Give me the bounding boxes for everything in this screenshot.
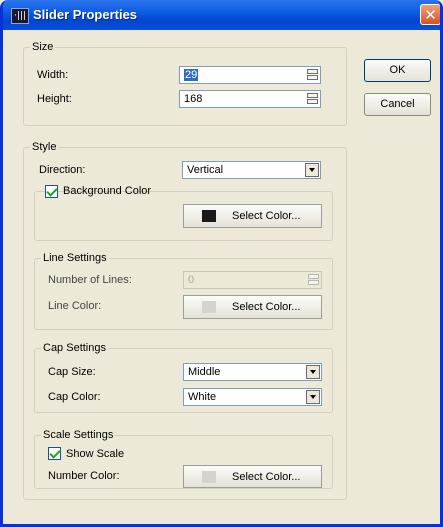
check-icon — [46, 185, 58, 197]
ok-button-label: OK — [389, 64, 406, 76]
number-of-lines-value: 0 — [188, 274, 195, 286]
title-bar[interactable]: ·||| Slider Properties ✕ — [3, 0, 440, 30]
cancel-button[interactable]: Cancel — [364, 93, 431, 116]
chevron-down-icon[interactable] — [306, 365, 320, 379]
number-select-color-button[interactable]: Select Color... — [183, 465, 322, 488]
line-settings-group: Line Settings Number of Lines: 0 Line Co… — [34, 251, 333, 330]
spin-up-icon[interactable] — [307, 93, 318, 98]
background-color-checkbox[interactable] — [45, 185, 58, 198]
background-color-swatch — [202, 210, 216, 222]
show-scale-checkbox[interactable] — [48, 447, 61, 460]
number-color-label: Number Color: — [48, 470, 120, 482]
spin-down-icon[interactable] — [308, 280, 319, 285]
number-of-lines-input[interactable]: 0 — [183, 271, 322, 289]
line-color-label: Line Color: — [48, 300, 102, 312]
cap-settings-group: Cap Settings Cap Size: Middle Cap Color:… — [34, 341, 333, 413]
chevron-down-icon[interactable] — [306, 390, 320, 404]
width-label: Width: — [37, 69, 69, 81]
cap-size-value: Middle — [188, 366, 221, 378]
background-select-color-button[interactable]: Select Color... — [183, 204, 322, 228]
style-group-legend: Style — [30, 140, 59, 154]
number-select-color-label: Select Color... — [232, 471, 301, 483]
slider-properties-dialog: ·||| Slider Properties ✕ Size Width: 29 … — [0, 0, 443, 527]
width-spinner[interactable] — [307, 69, 318, 81]
height-spinner[interactable] — [307, 93, 318, 105]
close-button[interactable]: ✕ — [420, 4, 440, 25]
background-select-color-label: Select Color... — [232, 210, 301, 222]
spin-down-icon[interactable] — [307, 99, 318, 104]
height-input[interactable]: 168 — [179, 90, 321, 108]
direction-value: Vertical — [187, 164, 224, 176]
cap-size-label: Cap Size: — [48, 366, 96, 378]
show-scale-label: Show Scale — [66, 448, 125, 460]
check-icon — [49, 447, 61, 459]
number-of-lines-label: Number of Lines: — [48, 274, 132, 286]
cancel-button-label: Cancel — [380, 98, 415, 110]
cap-color-label: Cap Color: — [48, 391, 101, 403]
line-color-swatch — [202, 301, 216, 313]
width-input[interactable]: 29 — [179, 66, 321, 84]
ok-button[interactable]: OK — [364, 59, 431, 82]
style-group: Style Direction: Vertical Background Col… — [23, 140, 347, 500]
spin-down-icon[interactable] — [307, 75, 318, 80]
size-group: Size Width: 29 Height: 168 — [23, 40, 347, 126]
line-settings-legend: Line Settings — [41, 251, 109, 265]
size-group-legend: Size — [30, 40, 56, 54]
cap-color-select[interactable]: White — [183, 388, 322, 406]
height-value: 168 — [184, 93, 203, 105]
chevron-down-icon[interactable] — [305, 163, 319, 177]
background-color-label: Background Color — [63, 185, 152, 197]
number-color-swatch — [202, 471, 216, 483]
window-title: Slider Properties — [33, 7, 138, 22]
spin-up-icon[interactable] — [307, 69, 318, 74]
background-color-group: Background Color Select Color... — [34, 185, 333, 241]
lines-spinner[interactable] — [308, 274, 319, 286]
direction-label: Direction: — [39, 164, 86, 176]
direction-select[interactable]: Vertical — [182, 161, 321, 179]
line-select-color-button[interactable]: Select Color... — [183, 295, 322, 319]
cap-size-select[interactable]: Middle — [183, 363, 322, 381]
scale-settings-group: Scale Settings Show Scale Number Color: … — [34, 428, 333, 489]
scale-settings-legend: Scale Settings — [41, 428, 116, 442]
app-icon: ·||| — [11, 8, 29, 24]
width-value: 29 — [184, 69, 199, 81]
spin-up-icon[interactable] — [308, 274, 319, 279]
cap-color-value: White — [188, 391, 217, 403]
height-label: Height: — [37, 93, 72, 105]
cap-settings-legend: Cap Settings — [41, 341, 108, 355]
line-select-color-label: Select Color... — [232, 301, 301, 313]
